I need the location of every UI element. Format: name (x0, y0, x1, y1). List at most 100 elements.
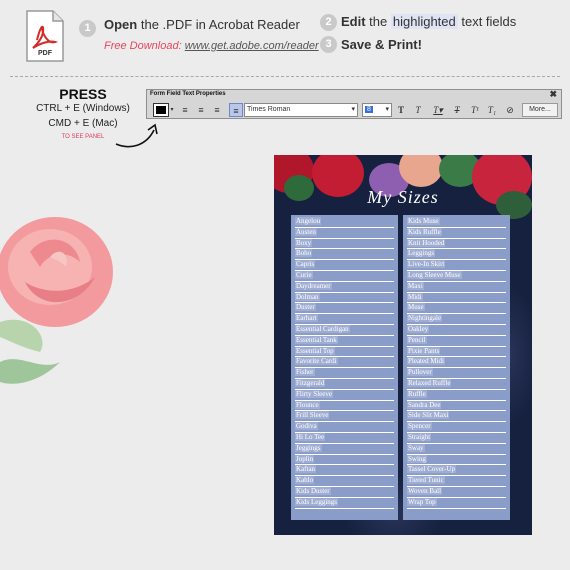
size-field[interactable]: Fitzgerald (295, 379, 394, 390)
size-field[interactable]: Straight (407, 433, 506, 444)
size-field[interactable]: Fisher (295, 368, 394, 379)
font-size-select[interactable]: 8 ▾ (362, 103, 392, 117)
align-center-icon[interactable]: ≡ (195, 103, 207, 117)
size-field[interactable]: Tassel Cover-Up (407, 465, 506, 477)
size-field[interactable]: Curie (295, 271, 394, 282)
size-field-label: Tassel Cover-Up (407, 465, 456, 474)
size-field-label: Godiva (295, 422, 318, 431)
size-field[interactable]: Muse (407, 303, 506, 315)
size-field[interactable]: Capris (295, 260, 394, 271)
size-field[interactable]: Tiered Tunic (407, 476, 506, 487)
size-field[interactable]: Flounce (295, 400, 394, 412)
size-field-label: Kids Leggings (295, 497, 339, 506)
size-field[interactable]: Godiva (295, 422, 394, 433)
more-button[interactable]: More... (522, 103, 558, 117)
font-select[interactable]: Times Roman ▾ (244, 103, 358, 117)
subscript-icon[interactable]: T₁ (486, 103, 498, 117)
size-field[interactable]: Jeggings (295, 443, 394, 455)
font-size-value: 8 (365, 106, 373, 113)
size-field[interactable]: Pleated Midi (407, 357, 506, 369)
text-size-icon[interactable]: T (395, 103, 407, 117)
press-windows: CTRL + E (Windows) (36, 103, 130, 114)
size-field-label: Oakley (407, 325, 430, 333)
size-field-label: Muse (407, 303, 425, 312)
italic-icon[interactable]: T (412, 103, 424, 117)
size-field[interactable]: Oakley (407, 325, 506, 336)
sizes-document: My Sizes Angelou Austen Boxy Boho Capris Curi… (274, 155, 532, 535)
underline-icon[interactable]: T▾ (430, 103, 446, 117)
left-size-column: Angelou Austen Boxy Boho Capris Curie Daydream… (291, 215, 398, 520)
size-field[interactable]: Midi (407, 292, 506, 304)
size-field[interactable]: Frill Sleeve (295, 411, 394, 423)
size-field[interactable]: Wrap Top (407, 497, 506, 509)
size-field[interactable]: Boxy (295, 238, 394, 250)
right-size-column: Kids Muse Kids Ruffle Knit Hooded Leggings L… (403, 215, 510, 520)
header-divider (10, 76, 560, 77)
rose-image (0, 217, 113, 384)
size-field[interactable]: Side Slit Maxi (407, 411, 506, 423)
size-field[interactable]: Boho (295, 249, 394, 261)
step-2-post: text fields (457, 14, 517, 29)
size-field[interactable]: Essential Top (295, 346, 394, 358)
superscript-icon[interactable]: T¹ (469, 103, 481, 117)
size-field[interactable]: Sway (407, 443, 506, 455)
size-field[interactable]: Joplin (295, 454, 394, 466)
justify-icon[interactable]: ≡ (229, 103, 243, 117)
size-field[interactable]: Pullover (407, 368, 506, 379)
size-field[interactable]: Duster (295, 303, 394, 315)
size-field[interactable]: Earhart (295, 314, 394, 325)
align-right-icon[interactable]: ≡ (211, 103, 223, 117)
size-field-label: Essential Cardigan (295, 325, 350, 333)
download-link[interactable]: www.get.adobe.com/reader (185, 40, 319, 52)
size-field[interactable]: Leggings (407, 249, 506, 261)
size-field-label: Nightingale (407, 314, 443, 323)
size-field[interactable]: Maxi (407, 281, 506, 293)
size-field-label: Wrap Top (407, 497, 437, 506)
link-icon[interactable]: ⊘ (504, 103, 516, 117)
size-field-label: Kahlo (295, 476, 315, 485)
size-field-label: Side Slit Maxi (407, 411, 450, 420)
size-field-label: Relaxed Ruffle (407, 379, 452, 387)
size-field[interactable]: Daydreamer (295, 281, 394, 293)
step-1-bold: Open (104, 17, 138, 32)
size-field[interactable]: Dolman (295, 292, 394, 304)
size-field[interactable]: Kahlo (295, 476, 394, 487)
size-field[interactable]: Swing (407, 454, 506, 466)
size-field[interactable]: Pixie Pants (407, 346, 506, 358)
size-field[interactable]: Kaftan (295, 465, 394, 477)
close-icon[interactable]: ✖ (549, 89, 557, 100)
curved-arrow-icon (115, 123, 158, 148)
size-field[interactable]: Angelou (295, 217, 394, 228)
color-swatch-button[interactable] (153, 103, 169, 117)
step-1-badge: 1 (79, 20, 96, 37)
strikethrough-icon[interactable]: T (451, 103, 463, 117)
size-field[interactable]: Hi Lo Tee (295, 433, 394, 444)
align-left-icon[interactable]: ≡ (179, 103, 191, 117)
download-line: Free Download: www.get.adobe.com/reader (104, 40, 319, 52)
size-field[interactable]: Kids Ruffle (407, 227, 506, 239)
step-3-text: Save & Print! (341, 37, 422, 52)
size-field-label: Pixie Pants (407, 346, 441, 355)
size-field[interactable]: Essential Tank (295, 335, 394, 347)
size-field[interactable]: Live-In Skirt (407, 260, 506, 271)
size-field[interactable]: Nightingale (407, 314, 506, 325)
size-field[interactable]: Woven Ball (407, 487, 506, 498)
size-field[interactable]: Flirty Sleeve (295, 389, 394, 401)
size-field[interactable]: Austen (295, 227, 394, 239)
size-field-label: Fitzgerald (295, 379, 326, 387)
size-field[interactable]: Pencil (407, 335, 506, 347)
size-field[interactable]: Long Sleeve Muse (407, 271, 506, 282)
size-field-label: Pullover (407, 368, 433, 377)
size-field[interactable]: Kids Muse (407, 217, 506, 228)
size-field-label: Long Sleeve Muse (407, 271, 462, 279)
size-field[interactable]: Spencer (407, 422, 506, 433)
chevron-down-icon[interactable]: ▾ (169, 103, 175, 117)
size-field[interactable]: Favorite Cardi (295, 357, 394, 369)
size-field[interactable]: Knit Hooded (407, 238, 506, 250)
size-field[interactable]: Relaxed Ruffle (407, 379, 506, 390)
size-field[interactable]: Sandra Dee (407, 400, 506, 412)
size-field[interactable]: Ruffle (407, 389, 506, 401)
size-field[interactable]: Kids Duster (295, 487, 394, 498)
size-field[interactable]: Kids Leggings (295, 497, 394, 509)
size-field[interactable]: Essential Cardigan (295, 325, 394, 336)
